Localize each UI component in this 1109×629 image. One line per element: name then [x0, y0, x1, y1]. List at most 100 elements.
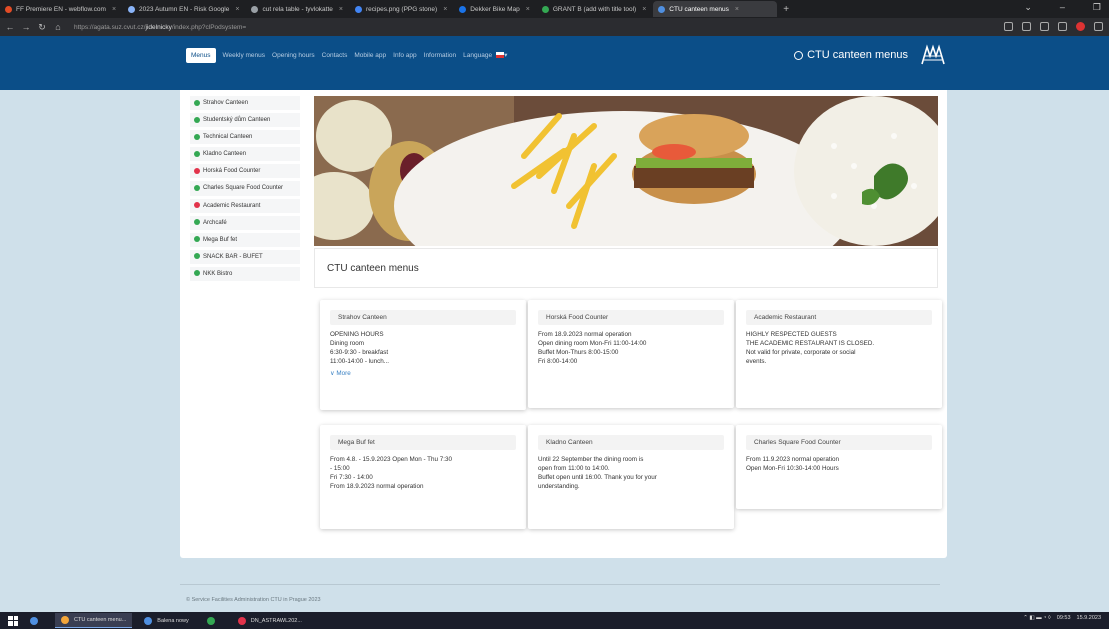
- reader-icon[interactable]: [1004, 22, 1013, 31]
- sidebar-item[interactable]: SNACK BAR - BUFET: [190, 249, 300, 264]
- browser-tab[interactable]: GRANT B (add with title tool) ×: [537, 1, 651, 17]
- browser-tab[interactable]: Dekker Bike Map ×: [454, 1, 535, 17]
- card-text-line: 6:30-9:30 - breakfast: [330, 349, 389, 357]
- more-link[interactable]: ∨ More: [330, 370, 516, 377]
- canteen-card[interactable]: Mega Buf fet From 4.8. - 15.9.2023 Open M…: [320, 425, 526, 529]
- status-dot-icon: [194, 133, 200, 140]
- new-tab-button[interactable]: +: [783, 4, 789, 15]
- home-icon[interactable]: ⌂: [52, 22, 64, 32]
- card-text-line: Not valid for private, corporate or soci…: [746, 349, 856, 357]
- sidebar-item[interactable]: Mega Buf fet: [190, 232, 300, 247]
- taskbar-search-icon[interactable]: [24, 613, 49, 628]
- sidebar-item[interactable]: Archcafé: [190, 215, 300, 230]
- tray-icons[interactable]: ⌃ ◧ ▬ ◔ ◊: [1023, 615, 1050, 621]
- sidebar-item[interactable]: NKK Bistro: [190, 266, 300, 282]
- toolbar-icons: [1004, 22, 1103, 31]
- nav-item[interactable]: Menus: [186, 47, 216, 63]
- browser-tab[interactable]: FF Premiere EN - webflow.com ×: [0, 1, 121, 17]
- brand-title: CTU canteen menus: [807, 49, 908, 61]
- tab-favicon-icon: [355, 5, 362, 13]
- os-taskbar: CTU canteen menu... Balena nowy DN_ASTRAWL…: [0, 612, 1109, 629]
- back-icon[interactable]: ←: [4, 22, 16, 32]
- url-field[interactable]: https://agata.suz.cvut.cz/jidelnicky/ind…: [74, 24, 324, 31]
- sidebar-item[interactable]: Studentský dům Canteen: [190, 113, 300, 128]
- minimize-button[interactable]: –: [1060, 2, 1065, 13]
- taskbar-item[interactable]: [201, 613, 226, 628]
- app-icon: [206, 616, 215, 625]
- canteen-card[interactable]: Charles Square Food Counter From 11.9.202…: [736, 425, 942, 509]
- nav-item[interactable]: Language: [463, 52, 492, 59]
- browser-tab[interactable]: CTU canteen menus ×: [653, 1, 778, 17]
- reload-icon[interactable]: ↻: [36, 22, 48, 33]
- status-dot-icon: [194, 253, 200, 260]
- browser-tab[interactable]: 2023 Autumn EN - Risk Google ×: [123, 1, 244, 17]
- close-icon[interactable]: ×: [443, 6, 447, 13]
- sidebar-item[interactable]: Kladno Canteen: [190, 147, 300, 162]
- close-icon[interactable]: ×: [235, 6, 239, 13]
- close-icon[interactable]: ×: [112, 6, 116, 13]
- menu-icon[interactable]: [1094, 22, 1103, 31]
- system-tray: ⌃ ◧ ▬ ◔ ◊ 09:53 15.9.2023: [1023, 615, 1101, 621]
- close-icon[interactable]: ×: [642, 6, 646, 13]
- sidebar-item-label: SNACK BAR - BUFET: [203, 253, 263, 260]
- chevron-down-icon[interactable]: ▾: [504, 51, 507, 59]
- canteen-card[interactable]: Kladno Canteen Until 22 September the din…: [528, 425, 734, 529]
- card-text-line: HIGHLY RESPECTED GUESTS: [746, 331, 837, 338]
- canteen-card[interactable]: Strahov Canteen OPENING HOURS Dining room 6…: [320, 300, 526, 410]
- tab-favicon-icon: [541, 5, 549, 13]
- bookmark-icon[interactable]: [1022, 22, 1031, 31]
- nav-item[interactable]: Weekly menus: [223, 52, 266, 59]
- forward-icon[interactable]: →: [20, 22, 32, 32]
- card-title: Strahov Canteen: [330, 310, 516, 325]
- app-icon: [61, 616, 69, 624]
- extensions-icon[interactable]: [1040, 22, 1049, 31]
- window-controls: ⌄ – ❐: [1024, 2, 1101, 13]
- sidebar-item[interactable]: Academic Restaurant: [190, 198, 300, 213]
- clock-time[interactable]: 09:53: [1057, 615, 1071, 621]
- close-icon[interactable]: ×: [339, 6, 343, 13]
- sidebar-item[interactable]: Technical Canteen: [190, 130, 300, 145]
- close-icon[interactable]: ×: [526, 6, 530, 13]
- status-dot-icon: [194, 150, 200, 157]
- nav-item[interactable]: Opening hours: [272, 52, 315, 59]
- nav-item[interactable]: Info app: [393, 52, 417, 59]
- browser-address-bar: ← → ↻ ⌂ https://agata.suz.cvut.cz/jideln…: [0, 18, 1109, 36]
- clock-date[interactable]: 15.9.2023: [1077, 615, 1101, 621]
- flag-icon[interactable]: [496, 52, 505, 58]
- taskbar-item[interactable]: DN_ASTRAWL202...: [232, 613, 308, 628]
- taskbar-item[interactable]: CTU canteen menu...: [55, 613, 133, 628]
- nav-item[interactable]: Mobile app: [354, 52, 386, 59]
- card-text-line: Fri 7:30 - 14:00: [330, 474, 373, 482]
- cvut-logo-icon: [921, 44, 945, 65]
- browser-tab[interactable]: recipes.png (PPG stone) ×: [350, 1, 452, 17]
- tab-title: Dekker Bike Map: [470, 5, 520, 13]
- sidebar-item-label: Kladno Canteen: [203, 151, 247, 158]
- status-dot-icon: [194, 236, 200, 243]
- tab-list-button[interactable]: ⌄: [1024, 2, 1032, 13]
- browser-tab[interactable]: cut rela table - tyvlokatte ×: [246, 1, 348, 17]
- maximize-button[interactable]: ❐: [1093, 2, 1101, 13]
- sidebar-item-label: Studentský dům Canteen: [203, 117, 271, 124]
- page-title: CTU canteen menus: [314, 248, 938, 288]
- card-text-line: From 18.9.2023 normal operation: [330, 483, 424, 491]
- sidebar-item[interactable]: Strahov Canteen: [190, 96, 300, 111]
- taskbar-item[interactable]: Balena nowy: [138, 613, 195, 628]
- profile-icon[interactable]: [1076, 22, 1085, 31]
- nav-item[interactable]: Contacts: [322, 52, 348, 59]
- status-dot-icon: [194, 202, 200, 209]
- nav-item[interactable]: Information: [424, 52, 457, 59]
- hero-food-image: [314, 96, 938, 246]
- windows-start-icon[interactable]: [8, 615, 18, 626]
- footer-text: © Service Facilities Administration CTU …: [186, 597, 321, 603]
- sidebar-item[interactable]: Charles Square Food Counter: [190, 181, 300, 196]
- canteen-card[interactable]: Academic Restaurant HIGHLY RESPECTED GUES…: [736, 300, 942, 408]
- close-icon[interactable]: ×: [735, 6, 739, 13]
- tab-favicon-icon: [459, 5, 467, 13]
- food-photo-illustration: [314, 96, 938, 246]
- download-icon[interactable]: [1058, 22, 1067, 31]
- canteen-card[interactable]: Horská Food Counter From 18.9.2023 normal…: [528, 300, 734, 408]
- content-panel: Strahov Canteen Studentský dům Canteen Tec…: [180, 90, 947, 558]
- site-brand[interactable]: CTU canteen menus: [794, 42, 946, 68]
- sidebar-item[interactable]: Horská Food Counter: [190, 164, 300, 179]
- card-title: Mega Buf fet: [330, 435, 516, 450]
